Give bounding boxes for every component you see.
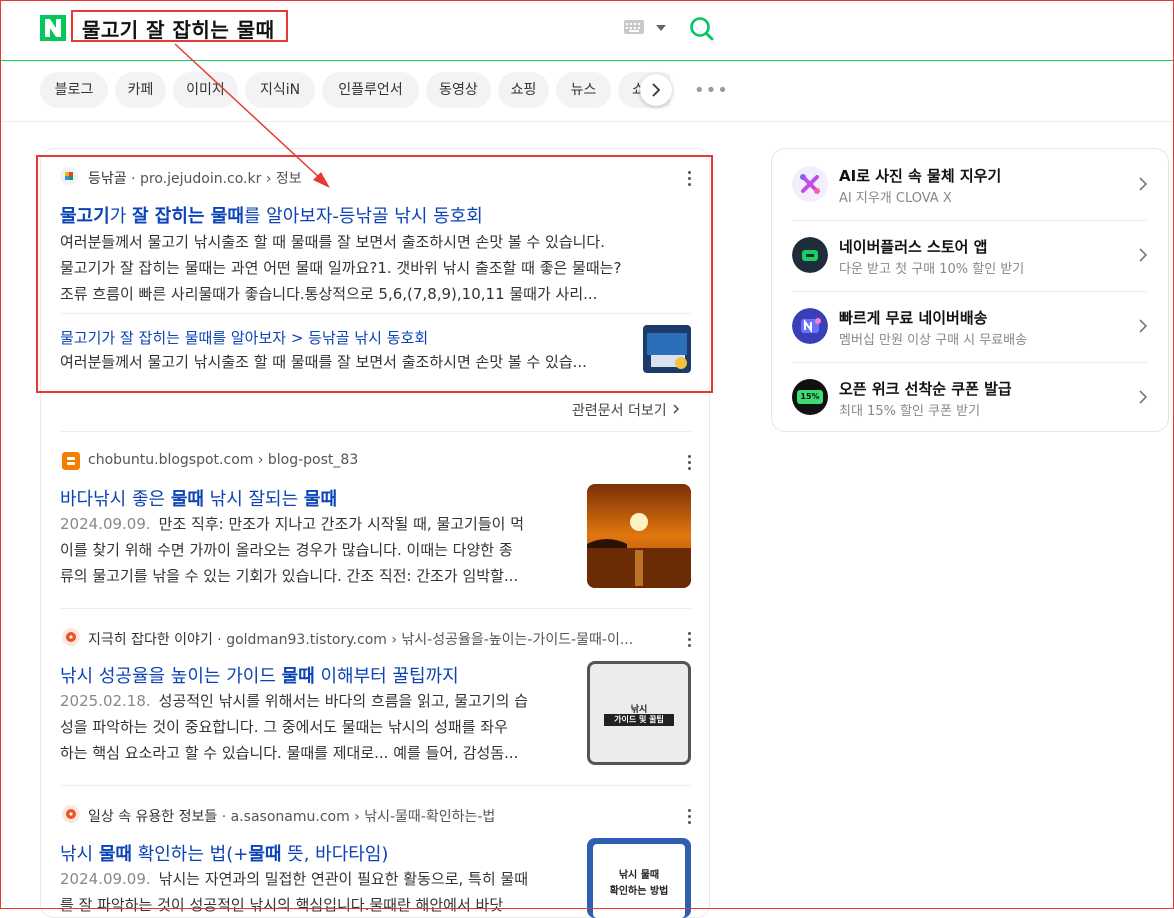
- annotation-arrow-icon: [174, 43, 330, 188]
